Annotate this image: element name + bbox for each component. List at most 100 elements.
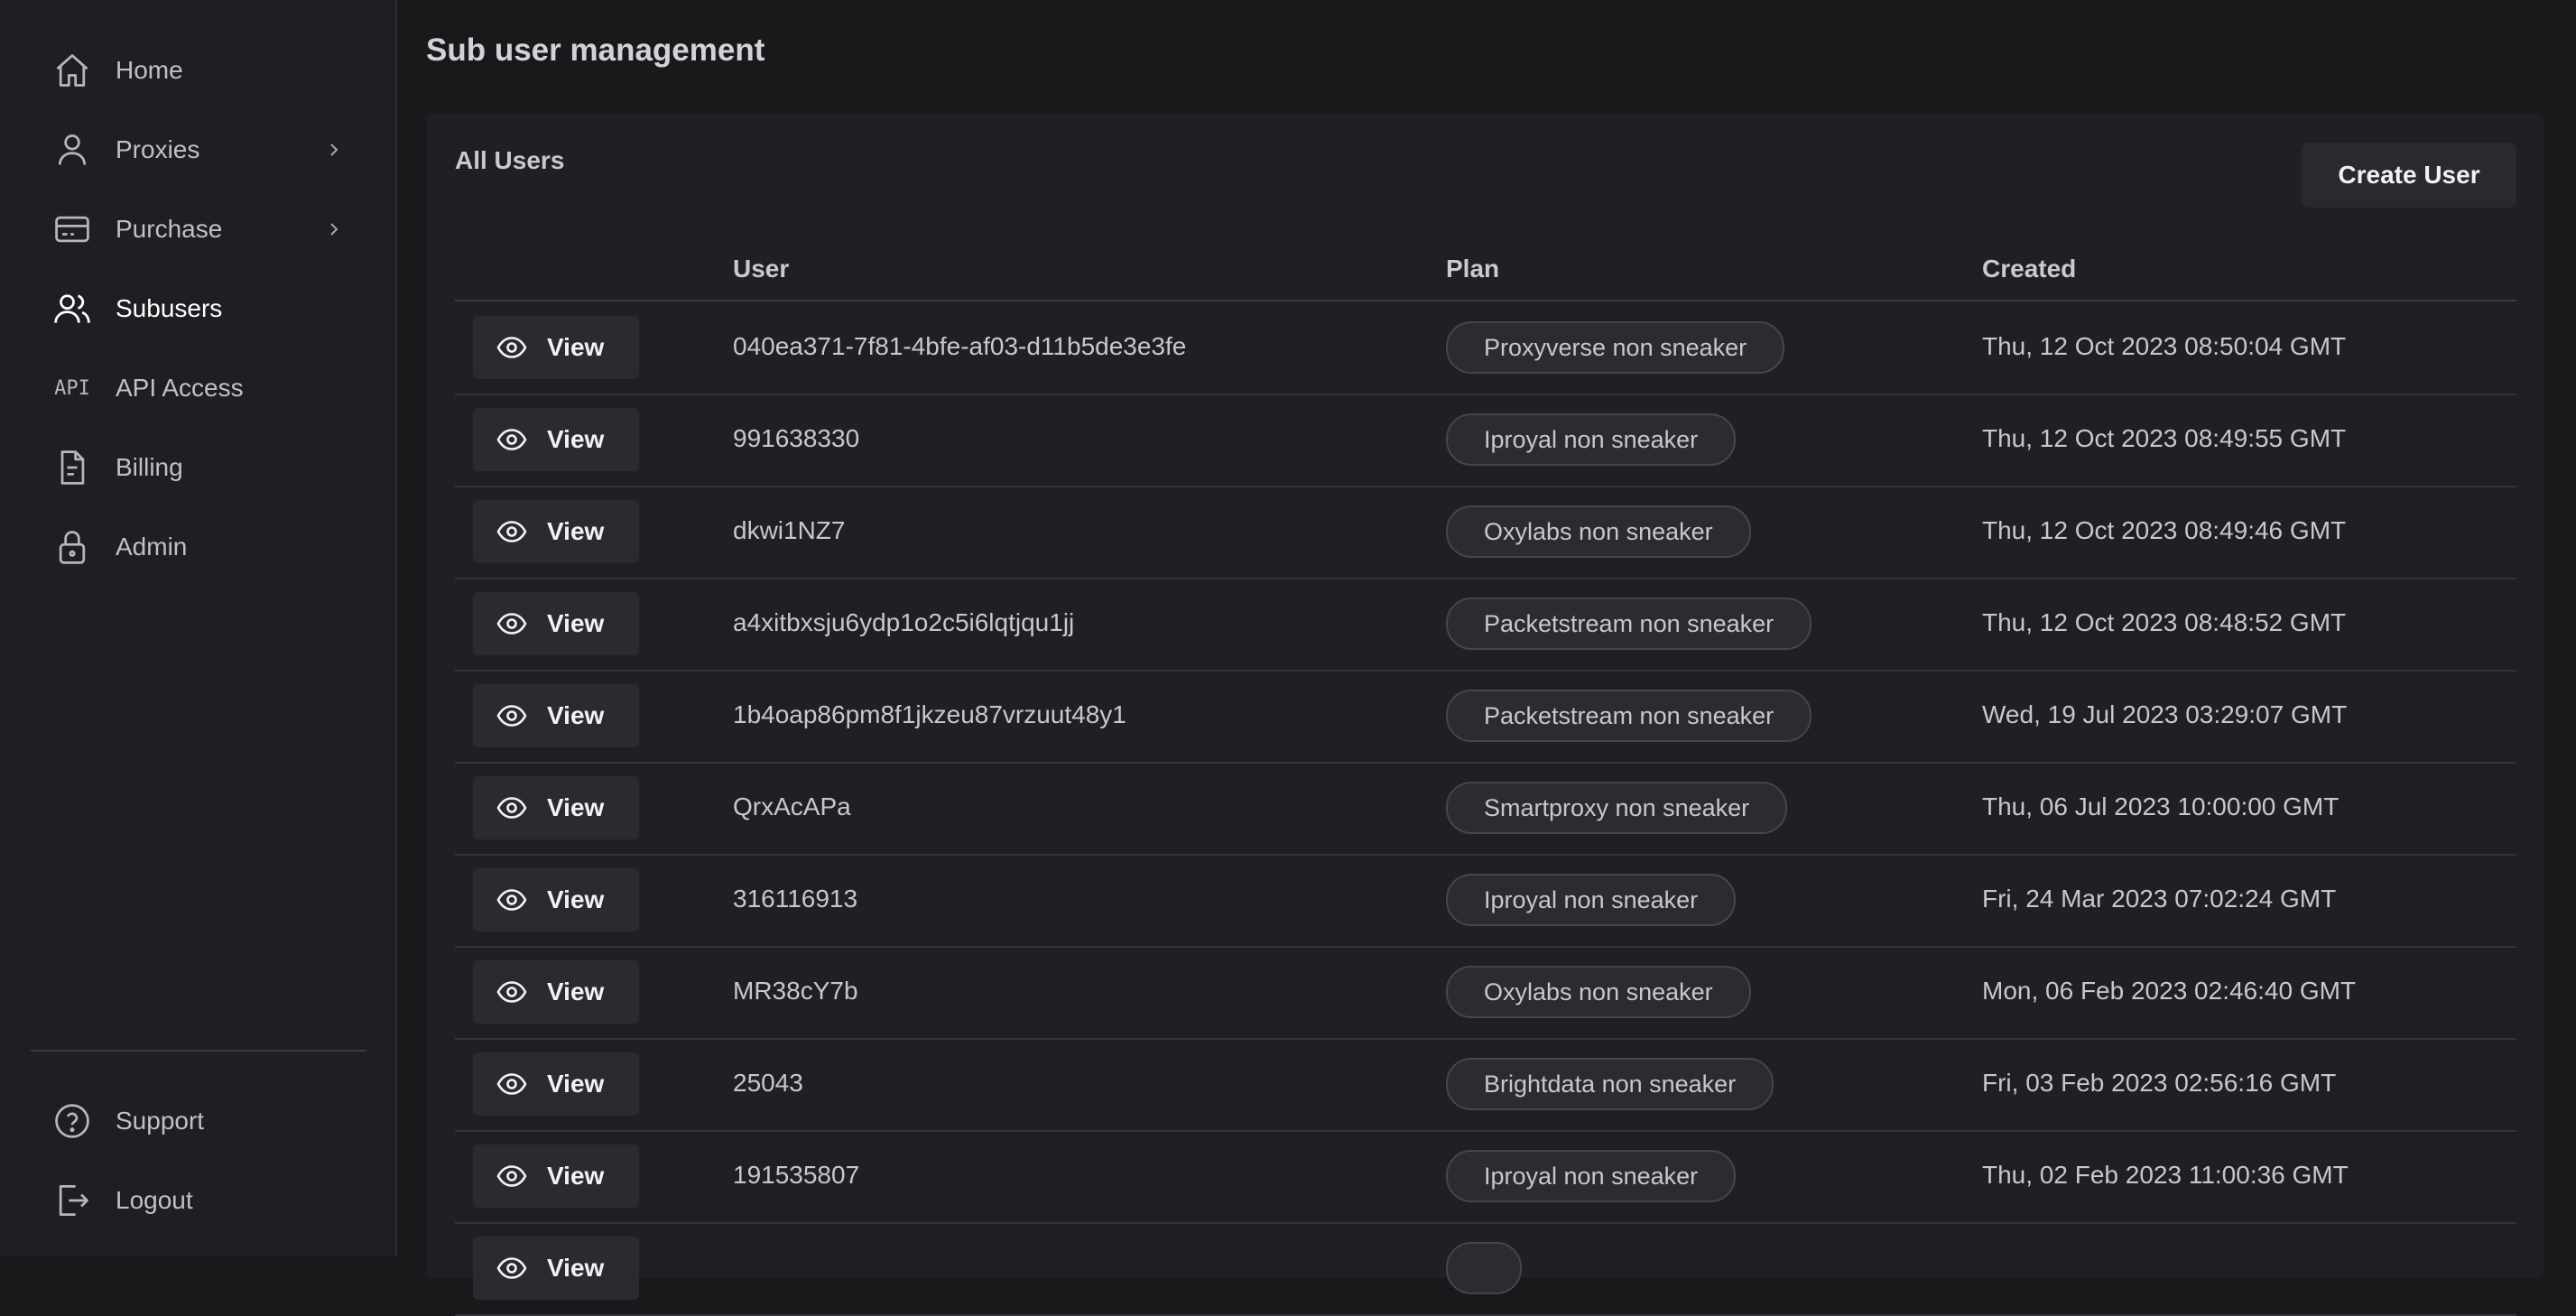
api-icon: API	[54, 376, 90, 400]
cell-created: Thu, 12 Oct 2023 08:49:55 GMT	[1982, 424, 2347, 452]
sidebar: Home Proxies Purchase Subusers API API A…	[0, 0, 397, 1256]
cell-created: Thu, 06 Jul 2023 10:00:00 GMT	[1982, 792, 2340, 820]
cell-created: Wed, 19 Jul 2023 03:29:07 GMT	[1982, 700, 2348, 728]
view-button[interactable]: View	[473, 316, 639, 379]
view-button-label: View	[547, 425, 605, 453]
main-content: Sub user management All Users Create Use…	[397, 0, 2576, 1316]
view-button[interactable]: View	[473, 408, 639, 471]
column-header-created: Created	[1982, 255, 2077, 283]
plan-badge: Oxylabs non sneaker	[1446, 966, 1751, 1018]
sidebar-item-label: Subusers	[116, 294, 223, 322]
sidebar-item-label: Purchase	[116, 215, 223, 243]
sidebar-item-billing[interactable]: Billing	[0, 428, 395, 507]
document-icon	[52, 448, 92, 487]
sidebar-item-label: Logout	[116, 1186, 193, 1214]
view-button-label: View	[547, 609, 605, 637]
table-row: View 316116913 Iproyal non sneaker Fri, 24 …	[455, 854, 2516, 948]
view-button-label: View	[547, 1254, 605, 1282]
view-button[interactable]: View	[473, 960, 639, 1024]
plan-badge: Brightdata non sneaker	[1446, 1058, 1774, 1110]
table-row: View	[455, 1222, 2516, 1316]
plan-badge: Proxyverse non sneaker	[1446, 321, 1785, 374]
column-header-plan: Plan	[1446, 255, 1500, 283]
cell-user: 25043	[733, 1069, 803, 1097]
view-button[interactable]: View	[473, 1052, 639, 1116]
cell-user: 991638330	[733, 424, 860, 452]
sidebar-item-label: API Access	[116, 374, 244, 402]
plan-badge: Iproyal non sneaker	[1446, 874, 1737, 926]
home-icon	[52, 51, 92, 90]
eye-icon	[496, 980, 527, 1004]
lock-icon	[52, 527, 92, 567]
cell-user: 040ea371-7f81-4bfe-af03-d11b5de3e3fe	[733, 332, 1187, 360]
view-button-label: View	[547, 701, 605, 729]
table-row: View 991638330 Iproyal non sneaker Thu, 12 …	[455, 394, 2516, 487]
sidebar-item-api-access[interactable]: API API Access	[0, 348, 395, 428]
column-header-user: User	[733, 255, 790, 283]
cell-created: Thu, 12 Oct 2023 08:49:46 GMT	[1982, 516, 2347, 544]
user-icon	[52, 130, 92, 170]
sidebar-item-label: Home	[116, 56, 183, 84]
eye-icon	[496, 428, 527, 451]
cell-created: Fri, 03 Feb 2023 02:56:16 GMT	[1982, 1069, 2337, 1097]
sidebar-item-purchase[interactable]: Purchase	[0, 190, 395, 269]
table-row: View QrxAcAPa Smartproxy non sneaker Thu, 0…	[455, 762, 2516, 856]
eye-icon	[496, 612, 527, 635]
cell-created: Fri, 24 Mar 2023 07:02:24 GMT	[1982, 885, 2337, 913]
chevron-right-icon	[323, 137, 345, 162]
view-button[interactable]: View	[473, 592, 639, 655]
cell-user: dkwi1NZ7	[733, 516, 846, 544]
view-button[interactable]: View	[473, 868, 639, 931]
sidebar-item-label: Support	[116, 1107, 205, 1135]
table-row: View 040ea371-7f81-4bfe-af03-d11b5de3e3fe…	[455, 301, 2516, 395]
eye-icon	[496, 336, 527, 359]
sidebar-item-proxies[interactable]: Proxies	[0, 110, 395, 190]
credit-card-icon	[52, 209, 92, 249]
cell-user: 191535807	[733, 1161, 860, 1189]
view-button-label: View	[547, 1162, 605, 1190]
cell-created: Thu, 02 Feb 2023 11:00:36 GMT	[1982, 1161, 2349, 1189]
cell-created: Mon, 06 Feb 2023 02:46:40 GMT	[1982, 977, 2357, 1005]
eye-icon	[496, 1072, 527, 1096]
view-button[interactable]: View	[473, 1145, 639, 1208]
plan-badge: Packetstream non sneaker	[1446, 690, 1812, 742]
create-user-button[interactable]: Create User	[2302, 143, 2516, 208]
eye-icon	[496, 520, 527, 543]
table-row: View a4xitbxsju6ydp1o2c5i6lqtjqu1jj Packet…	[455, 578, 2516, 672]
view-button-label: View	[547, 517, 605, 545]
table-row: View dkwi1NZ7 Oxylabs non sneaker Thu, 12 O…	[455, 486, 2516, 579]
view-button-label: View	[547, 333, 605, 361]
sidebar-item-admin[interactable]: Admin	[0, 507, 395, 587]
cell-user: MR38cY7b	[733, 977, 858, 1005]
eye-icon	[496, 704, 527, 728]
sidebar-item-subusers[interactable]: Subusers	[0, 269, 395, 348]
eye-icon	[496, 888, 527, 912]
users-icon	[52, 289, 92, 329]
sidebar-item-label: Admin	[116, 533, 188, 561]
logout-icon	[52, 1181, 92, 1220]
view-button-label: View	[547, 793, 605, 821]
view-button[interactable]: View	[473, 776, 639, 839]
chevron-right-icon	[323, 217, 345, 242]
plan-badge: Oxylabs non sneaker	[1446, 505, 1751, 558]
eye-icon	[496, 1256, 527, 1280]
cell-created: Thu, 12 Oct 2023 08:48:52 GMT	[1982, 608, 2347, 636]
view-button-label: View	[547, 1070, 605, 1098]
plan-badge: Smartproxy non sneaker	[1446, 782, 1788, 834]
table-row: View 191535807 Iproyal non sneaker Thu, 02 …	[455, 1130, 2516, 1224]
table-row: View MR38cY7b Oxylabs non sneaker Mon, 06 F…	[455, 946, 2516, 1040]
cell-user: QrxAcAPa	[733, 792, 851, 820]
sidebar-item-home[interactable]: Home	[0, 31, 395, 110]
table-row: View 1b4oap86pm8f1jkzeu87vrzuut48y1 Packet…	[455, 670, 2516, 764]
cell-user: 316116913	[733, 885, 858, 913]
cell-created: Thu, 12 Oct 2023 08:50:04 GMT	[1982, 332, 2347, 360]
view-button[interactable]: View	[473, 684, 639, 747]
view-button[interactable]: View	[473, 500, 639, 563]
table-row: View 25043 Brightdata non sneaker Fri, 03 F…	[455, 1038, 2516, 1132]
cell-user: 1b4oap86pm8f1jkzeu87vrzuut48y1	[733, 700, 1126, 728]
sidebar-item-label: Proxies	[116, 135, 200, 163]
sidebar-item-support[interactable]: Support	[0, 1081, 395, 1161]
sidebar-item-logout[interactable]: Logout	[0, 1161, 395, 1240]
plan-badge	[1446, 1242, 1522, 1294]
view-button[interactable]: View	[473, 1237, 639, 1300]
